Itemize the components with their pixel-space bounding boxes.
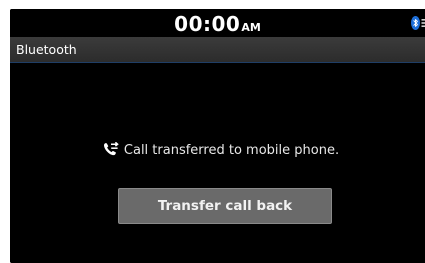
phone-signal-icon: [421, 19, 425, 21]
clock: 00:00AM: [10, 9, 425, 37]
status-bar: 00:00AM: [10, 9, 425, 37]
clock-ampm: AM: [241, 21, 261, 34]
page-title: Bluetooth: [16, 42, 77, 57]
clock-time: 00:00: [174, 12, 241, 36]
title-bar: Bluetooth: [10, 37, 425, 63]
call-transfer-icon: [103, 141, 119, 163]
bluetooth-icon: [411, 16, 425, 30]
status-icons: [411, 15, 425, 31]
transfer-call-back-button[interactable]: Transfer call back: [118, 188, 332, 224]
main-content: Call transferred to mobile phone. Transf…: [10, 63, 425, 263]
status-message: Call transferred to mobile phone.: [10, 141, 425, 163]
status-message-text: Call transferred to mobile phone.: [123, 143, 340, 158]
head-unit-screen: 00:00AM Bluetooth Call transferred to mo…: [10, 9, 425, 263]
